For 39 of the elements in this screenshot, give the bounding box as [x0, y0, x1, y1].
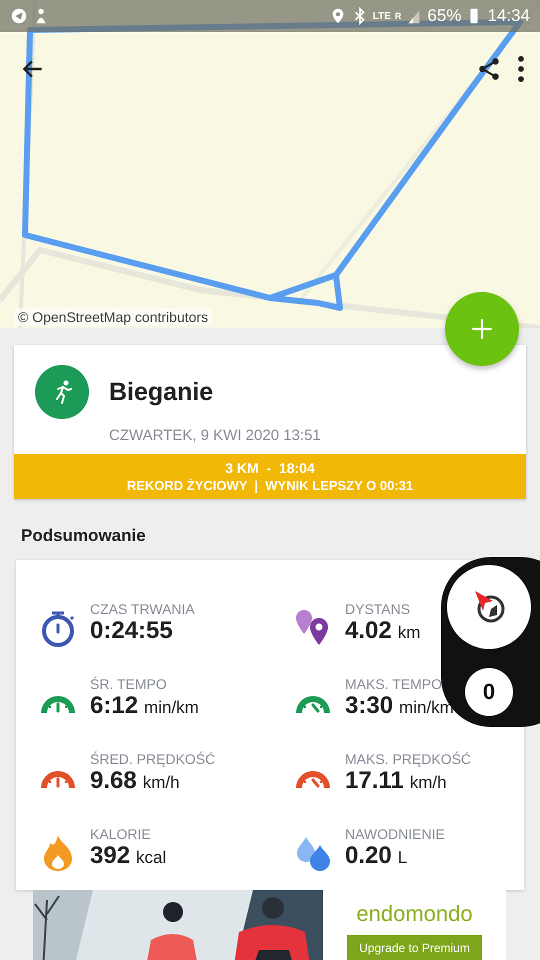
stat-label: MAKS. TEMPO	[345, 676, 443, 692]
map-attribution: © OpenStreetMap contributors	[14, 308, 212, 326]
section-heading: Podsumowanie	[21, 526, 147, 546]
count-badge: 0	[465, 668, 513, 716]
running-icon	[35, 365, 89, 419]
network-label: LTE	[372, 10, 391, 22]
stat-label: CZAS TRWANIA	[90, 600, 195, 616]
stat-unit: km/h	[410, 772, 447, 792]
stat-label: ŚRED. PRĘDKOŚĆ	[90, 750, 216, 766]
activity-title: Bieganie	[109, 378, 214, 406]
stat-value: 0.20	[345, 842, 392, 870]
battery-percentage: 65%	[427, 6, 462, 26]
upgrade-button[interactable]: Upgrade to Premium	[347, 935, 482, 960]
stat-unit: min/km	[144, 698, 199, 718]
stat-unit: km/h	[142, 772, 180, 792]
stat-value: 4.02	[345, 616, 392, 644]
brand-logo: endomondo	[356, 901, 473, 927]
stat-unit: min/km	[399, 698, 454, 718]
stat-value: 392	[90, 842, 130, 870]
stat-unit: km	[398, 622, 420, 642]
stat-label: ŚR. TEMPO	[90, 676, 168, 692]
app-notification-icon	[10, 7, 28, 25]
stat-value: 17.11	[345, 766, 404, 794]
roaming-label: R	[394, 11, 402, 21]
stat-value: 0:24:55	[90, 616, 173, 644]
stat-unit: kcal	[136, 848, 166, 868]
stat-value: 9.68	[90, 766, 137, 794]
stat-label: KALORIE	[90, 826, 152, 842]
record-detail: REKORD ŻYCIOWY | WYNIK LEPSZY O 00:31	[126, 478, 414, 493]
stat-label: DYSTANS	[345, 600, 412, 616]
more-icon	[518, 56, 524, 82]
stat-value: 6:12	[90, 692, 138, 720]
stat-unit: L	[398, 848, 408, 868]
stat-label: NAWODNIENIE	[345, 826, 445, 842]
stat-value: 3:30	[345, 692, 394, 720]
activity-date: CZWARTEK, 9 KWI 2020 13:51	[109, 427, 322, 446]
stat-label: MAKS. PRĘDKOŚĆ	[345, 750, 472, 766]
record-result: 3 KM - 18:04	[225, 460, 315, 476]
clock: 14:34	[487, 6, 530, 26]
